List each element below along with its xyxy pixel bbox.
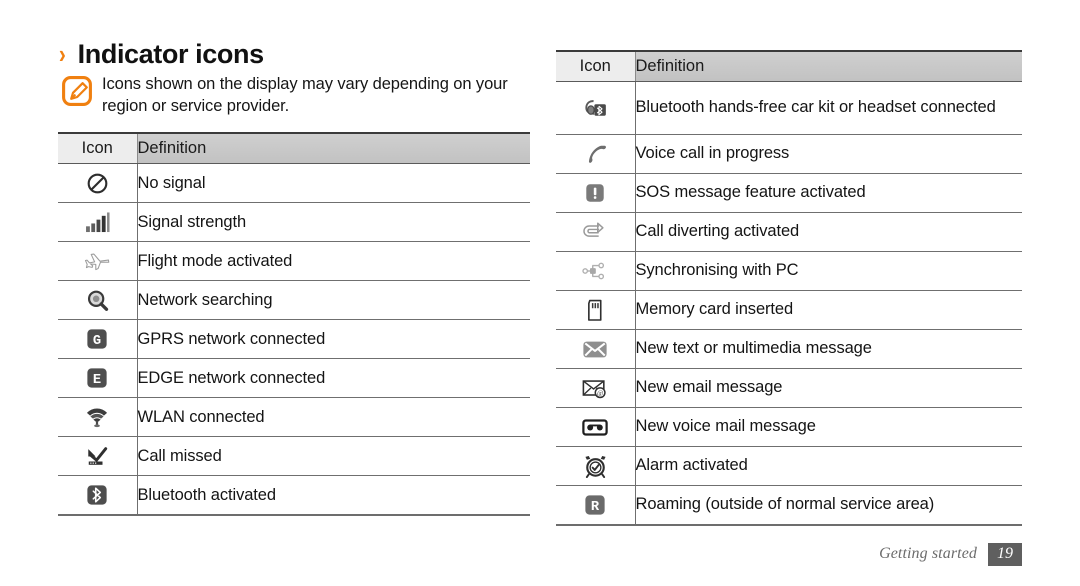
table-row: Memory card inserted: [556, 290, 1022, 330]
table-row: WLAN connected: [58, 397, 530, 437]
table-row: Voice call in progress: [556, 134, 1022, 174]
row-definition: WLAN connected: [137, 407, 265, 426]
row-definition: SOS message feature activated: [635, 183, 866, 202]
table-row: @ New email message: [556, 368, 1022, 408]
table-row: Bluetooth hands-free car kit or headset …: [556, 81, 1022, 135]
row-definition: Voice call in progress: [635, 144, 790, 163]
table-row: Network searching: [58, 280, 530, 320]
table-row: Call missed: [58, 436, 530, 476]
row-definition: Call diverting activated: [635, 222, 800, 241]
network-searching-icon: [58, 280, 138, 320]
voice-mail-icon: [556, 407, 636, 447]
note-text: Icons shown on the display may vary depe…: [102, 75, 508, 116]
manual-page: › Indicator icons Icons shown on the dis…: [0, 0, 1080, 586]
indicator-table-left: Icon Definition No signal Signal strengt…: [58, 132, 530, 517]
right-column: Icon Definition Bluetooth hands-free car…: [556, 50, 1022, 526]
wlan-icon: [58, 397, 138, 437]
svg-text:G: G: [93, 334, 101, 349]
table-row: New text or multimedia message: [556, 329, 1022, 369]
row-definition: EDGE network connected: [137, 368, 326, 387]
table-row: R Roaming (outside of normal service are…: [556, 485, 1022, 525]
new-email-icon: @: [556, 368, 636, 408]
call-missed-icon: [58, 436, 138, 476]
bluetooth-headset-icon: [556, 81, 636, 135]
row-definition: Signal strength: [137, 212, 247, 231]
column-header-definition: Definition: [136, 133, 530, 165]
row-definition: Network searching: [137, 290, 273, 309]
call-diverting-icon: [556, 212, 636, 252]
row-definition: New email message: [635, 378, 783, 397]
row-definition: Memory card inserted: [635, 300, 794, 319]
row-definition: New voice mail message: [635, 417, 816, 436]
row-definition: Synchronising with PC: [635, 261, 799, 280]
row-definition: Bluetooth hands-free car kit or headset …: [635, 98, 996, 117]
footer-section-label: Getting started: [879, 545, 977, 563]
gprs-icon: G: [58, 319, 138, 359]
page-footer: Getting started 19: [879, 542, 1022, 566]
note-callout: Icons shown on the display may vary depe…: [62, 74, 530, 118]
row-definition: Flight mode activated: [137, 251, 293, 270]
row-definition: No signal: [137, 173, 206, 192]
table-header-row: Icon Definition: [556, 51, 1022, 82]
flight-mode-icon: [58, 241, 138, 281]
left-column: › Indicator icons Icons shown on the dis…: [58, 39, 530, 517]
column-header-definition: Definition: [634, 51, 1022, 82]
roaming-icon: R: [556, 485, 636, 525]
table-row: Alarm activated: [556, 446, 1022, 486]
signal-strength-icon: [58, 202, 138, 242]
chevron-right-icon: ›: [58, 39, 66, 69]
row-definition: Bluetooth activated: [137, 485, 277, 504]
row-definition: Roaming (outside of normal service area): [635, 495, 935, 514]
table-header-row: Icon Definition: [58, 133, 530, 165]
svg-text:@: @: [597, 390, 603, 397]
sos-message-icon: [556, 173, 636, 213]
table-row: E EDGE network connected: [58, 358, 530, 398]
note-pencil-icon: [62, 76, 92, 107]
voice-call-icon: [556, 134, 636, 174]
table-row: Call diverting activated: [556, 212, 1022, 252]
svg-text:E: E: [93, 373, 101, 388]
row-definition: GPRS network connected: [137, 329, 326, 348]
sync-pc-icon: [556, 251, 636, 291]
row-definition: Alarm activated: [635, 456, 748, 475]
column-header-icon: Icon: [556, 51, 635, 82]
alarm-icon: [556, 446, 636, 486]
page-title: › Indicator icons: [58, 39, 530, 69]
memory-card-icon: [556, 290, 636, 330]
page-number-badge: 19: [988, 542, 1022, 566]
indicator-table-right: Icon Definition Bluetooth hands-free car…: [556, 50, 1022, 526]
table-row: New voice mail message: [556, 407, 1022, 447]
table-row: Signal strength: [58, 202, 530, 242]
table-row: No signal: [58, 163, 530, 203]
row-definition: New text or multimedia message: [635, 339, 872, 358]
svg-text:R: R: [591, 500, 600, 515]
table-row: G GPRS network connected: [58, 319, 530, 359]
edge-icon: E: [58, 358, 138, 398]
table-row: Flight mode activated: [58, 241, 530, 281]
new-message-icon: [556, 329, 636, 369]
section-title-text: Indicator icons: [77, 39, 264, 69]
column-header-icon: Icon: [58, 133, 137, 165]
no-signal-icon: [58, 163, 138, 203]
row-definition: Call missed: [137, 446, 222, 465]
table-row: Bluetooth activated: [58, 475, 530, 516]
table-row: SOS message feature activated: [556, 173, 1022, 213]
table-row: Synchronising with PC: [556, 251, 1022, 291]
bluetooth-icon: [58, 475, 138, 516]
